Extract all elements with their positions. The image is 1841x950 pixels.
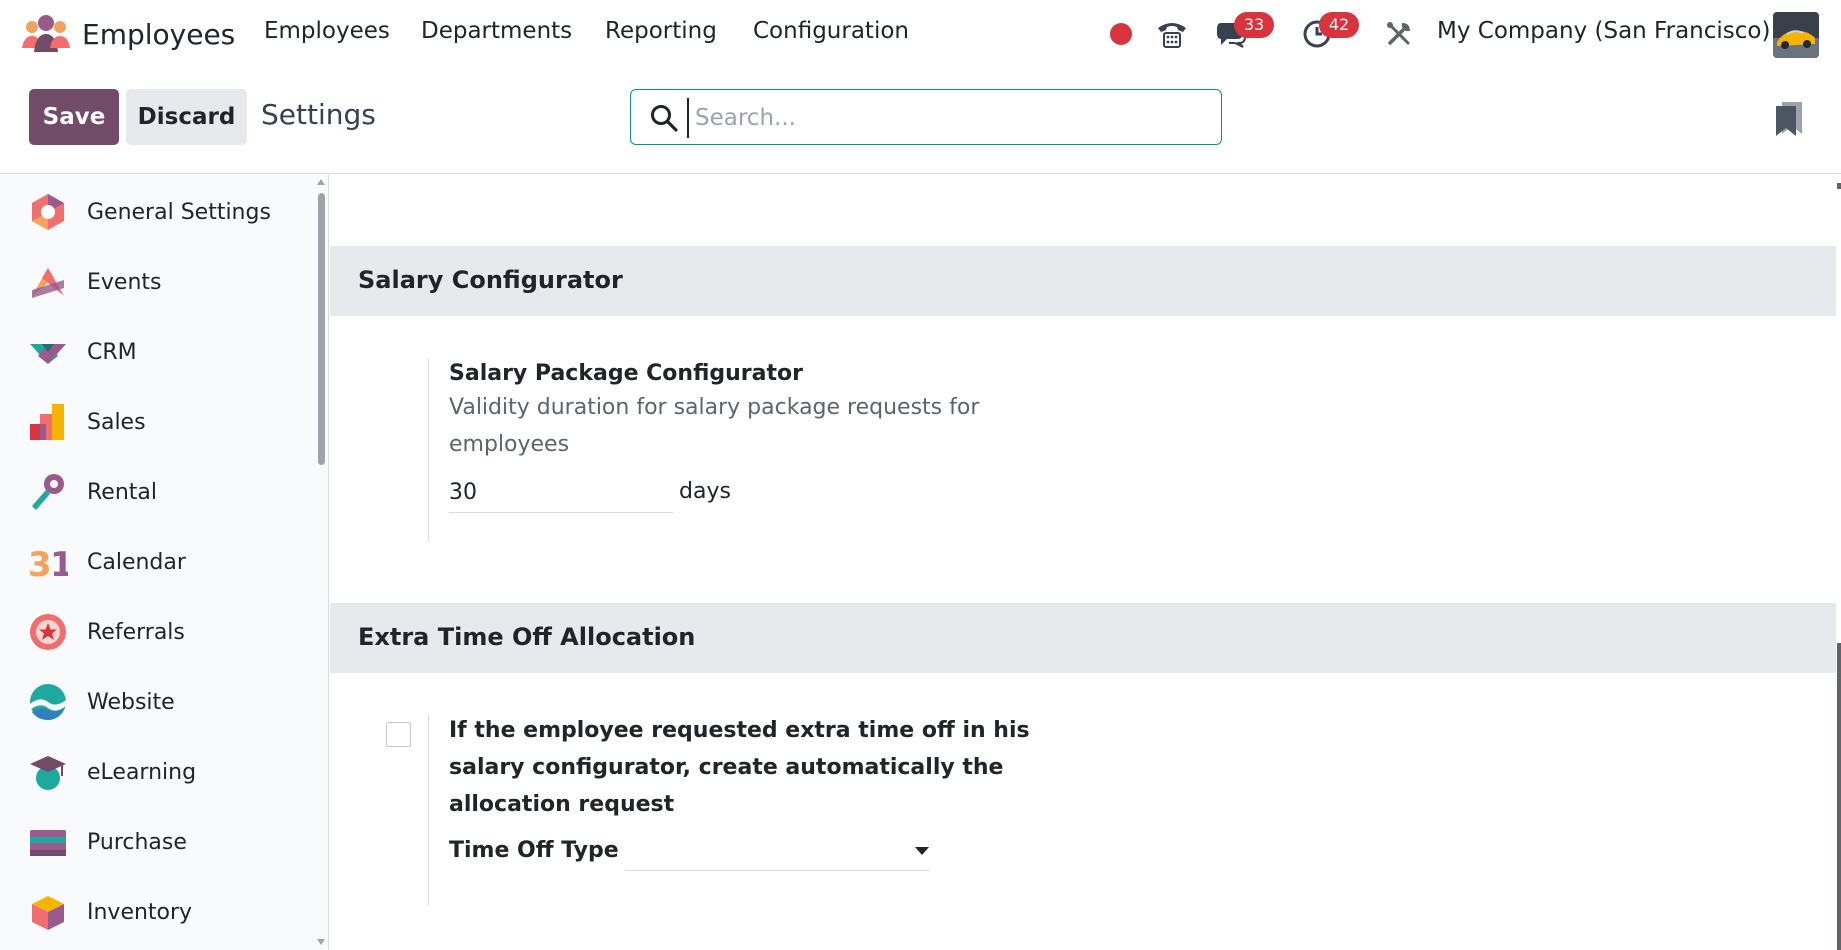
purchase-icon: [28, 822, 68, 862]
menu-configuration[interactable]: Configuration: [753, 18, 909, 44]
settings-sidebar: General Settings Events CRM Sales Rental…: [0, 175, 329, 950]
discard-button[interactable]: Discard: [126, 89, 247, 145]
website-icon: [28, 682, 68, 722]
sidebar-item-elearning[interactable]: eLearning: [0, 737, 310, 807]
setting-title: Salary Package Configurator: [449, 361, 803, 386]
events-icon: [28, 262, 68, 302]
sidebar-item-label: Events: [87, 269, 162, 295]
section-header-extra-time-off: Extra Time Off Allocation: [330, 603, 1836, 673]
sidebar-item-rental[interactable]: Rental: [0, 457, 310, 527]
chevron-down-icon: [915, 847, 929, 855]
top-navbar: Employees Employees Departments Reportin…: [0, 0, 1841, 70]
sidebar-item-label: CRM: [87, 339, 137, 365]
menu-reporting[interactable]: Reporting: [605, 18, 717, 44]
auto-allocation-label[interactable]: If the employee requested extra time off…: [449, 712, 1069, 823]
inventory-icon: [28, 892, 68, 932]
calendar-icon: 3 1: [28, 542, 74, 585]
sidebar-item-label: Rental: [87, 479, 157, 505]
svg-text:1: 1: [50, 545, 68, 582]
app-brand[interactable]: Employees: [20, 12, 235, 56]
sidebar-item-label: General Settings: [87, 199, 271, 225]
menu-employees[interactable]: Employees: [264, 18, 390, 44]
content-scroll-top-marker: [1837, 183, 1841, 189]
sidebar-item-label: eLearning: [87, 759, 197, 785]
activities-count-badge: 42: [1319, 12, 1359, 38]
days-unit-label: days: [679, 479, 731, 504]
control-panel: Save Discard Settings: [0, 70, 1841, 174]
elearning-icon: [28, 752, 68, 792]
section-title: Extra Time Off Allocation: [358, 623, 696, 651]
section-header-salary-configurator: Salary Configurator: [330, 246, 1836, 316]
sidebar-item-label: Sales: [87, 409, 146, 435]
rental-icon: [28, 472, 68, 512]
search-icon: [649, 103, 679, 133]
company-switcher[interactable]: My Company (San Francisco): [1437, 18, 1770, 44]
content-scroll-thumb[interactable]: [1837, 643, 1841, 950]
app-name: Employees: [82, 17, 236, 51]
debug-tools-icon[interactable]: [1379, 14, 1419, 54]
phone-icon[interactable]: [1152, 14, 1192, 54]
user-avatar[interactable]: [1773, 12, 1819, 58]
setting-description: Validity duration for salary package req…: [449, 395, 980, 457]
svg-text:3: 3: [28, 545, 52, 582]
sidebar-item-referrals[interactable]: Referrals: [0, 597, 310, 667]
sidebar-item-label: Website: [87, 689, 175, 715]
auto-allocation-checkbox[interactable]: [386, 722, 411, 747]
sidebar-item-general-settings[interactable]: General Settings: [0, 177, 310, 247]
sidebar-item-label: Calendar: [87, 549, 186, 575]
save-button[interactable]: Save: [29, 89, 119, 145]
page-title: Settings: [261, 98, 376, 131]
sidebar-scroll-thumb[interactable]: [318, 193, 325, 465]
sales-icon: [28, 402, 68, 442]
setting-salary-package-configurator: Salary Package Configurator Validity dur…: [428, 359, 979, 542]
time-off-type-label: Time Off Type: [449, 838, 619, 863]
sidebar-item-website[interactable]: Website: [0, 667, 310, 737]
sidebar-item-label: Inventory: [87, 899, 193, 925]
sidebar-item-purchase[interactable]: Purchase: [0, 807, 310, 877]
sidebar-item-label: Purchase: [87, 829, 187, 855]
setting-extra-time-off: If the employee requested extra time off…: [428, 715, 1030, 905]
sidebar-item-calendar[interactable]: 3 1 Calendar: [0, 527, 310, 597]
referrals-icon: [28, 612, 68, 652]
sidebar-item-inventory[interactable]: Inventory: [0, 877, 310, 947]
crm-icon: [28, 332, 68, 372]
time-off-type-select[interactable]: [625, 831, 929, 871]
search-box[interactable]: [630, 89, 1222, 145]
messages-count-badge: 33: [1234, 12, 1274, 38]
search-input[interactable]: [687, 98, 1207, 138]
recording-indicator-icon[interactable]: [1101, 14, 1141, 54]
sidebar-item-sales[interactable]: Sales: [0, 387, 310, 457]
menu-departments[interactable]: Departments: [421, 18, 572, 44]
settings-content: Salary Configurator Salary Package Confi…: [330, 175, 1841, 950]
sidebar-item-events[interactable]: Events: [0, 247, 310, 317]
employees-app-icon: [20, 14, 72, 54]
sidebar-item-crm[interactable]: CRM: [0, 317, 310, 387]
sidebar-item-label: Referrals: [87, 619, 185, 645]
general-settings-icon: [28, 192, 68, 232]
validity-days-input[interactable]: [449, 473, 673, 513]
section-title: Salary Configurator: [358, 266, 623, 294]
bookmark-icon[interactable]: [1772, 100, 1806, 138]
